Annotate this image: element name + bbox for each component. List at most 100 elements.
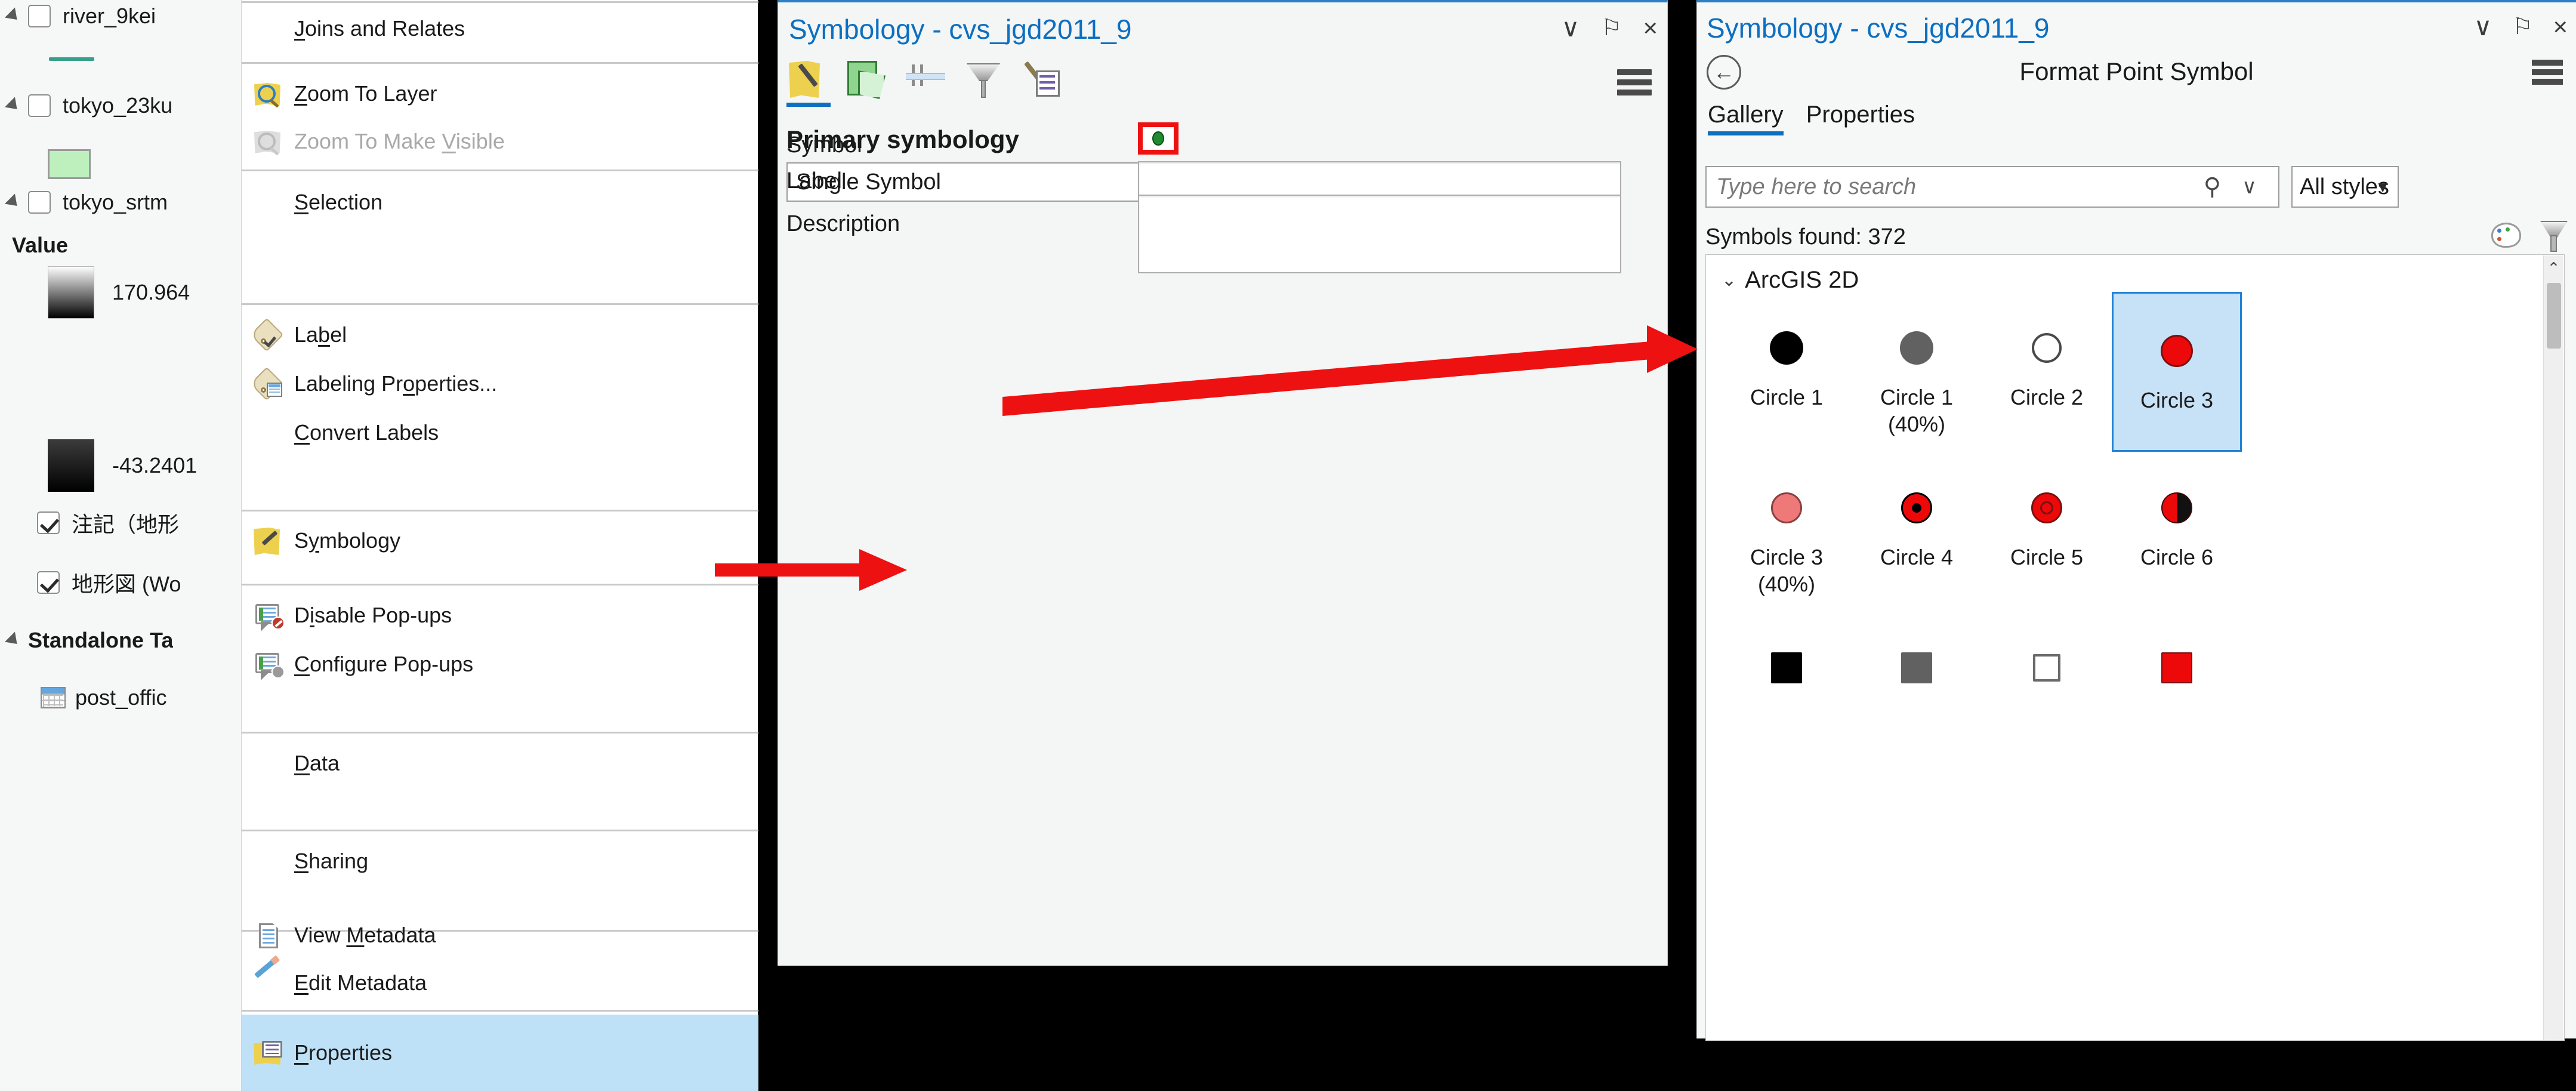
symbol-cell-square-1[interactable] bbox=[1722, 625, 1852, 762]
symbol-name-label: Circle 3 (40%) bbox=[1750, 545, 1824, 597]
expand-triangle-icon[interactable] bbox=[5, 631, 22, 649]
search-icon[interactable]: ⚲ bbox=[2204, 173, 2221, 201]
symbol-preview-icon bbox=[1771, 477, 1802, 539]
scrollbar-thumb[interactable] bbox=[2547, 283, 2561, 349]
gallery-toolbar bbox=[2490, 220, 2565, 252]
zoom-to-layer-icon bbox=[252, 79, 285, 108]
menu-item-data[interactable]: Data bbox=[242, 740, 758, 787]
chevron-down-icon[interactable]: ∨ bbox=[2242, 175, 2257, 199]
menu-item-label: Zoom To Make Visible bbox=[294, 129, 505, 153]
symbol-cell-square-2[interactable] bbox=[1852, 625, 1982, 762]
layer-visibility-checkbox[interactable] bbox=[37, 511, 60, 534]
expand-triangle-icon[interactable] bbox=[5, 193, 22, 211]
collapse-chevron-icon[interactable]: ∨ bbox=[2474, 14, 2492, 39]
menu-item-disable-popups[interactable]: Disable Pop-ups bbox=[242, 592, 758, 639]
hamburger-menu-icon[interactable] bbox=[1617, 69, 1652, 95]
edit-metadata-icon bbox=[252, 958, 285, 997]
polygon-swatch-icon bbox=[48, 149, 91, 179]
menu-item-label: Zoom To Layer bbox=[294, 81, 437, 106]
tab-gallery[interactable]: Gallery bbox=[1708, 101, 1784, 135]
masking-tab-icon[interactable] bbox=[962, 60, 1006, 101]
vary-by-attribute-tab-icon[interactable] bbox=[845, 60, 889, 101]
close-icon[interactable]: × bbox=[1643, 16, 1658, 41]
layer-visibility-checkbox[interactable] bbox=[28, 94, 51, 117]
symbol-name-label: Circle 2 bbox=[2010, 385, 2084, 409]
expand-triangle-icon[interactable] bbox=[5, 97, 22, 115]
toc-layer-chikeizu[interactable]: 地形図 (Wo bbox=[37, 567, 181, 598]
gallery-scrollbar[interactable]: ⌃ bbox=[2543, 255, 2563, 1040]
toc-layer-river9kei[interactable]: river_9kei bbox=[5, 4, 156, 29]
format-point-symbol-pane: Symbology - cvs_jgd2011_9 ∨ ⚐ × ← Format… bbox=[1696, 0, 2576, 1041]
menu-separator bbox=[242, 1010, 758, 1012]
toc-item-label: 地形図 (Wo bbox=[72, 572, 181, 596]
symbol-cell-circle-2[interactable]: Circle 2 bbox=[1982, 305, 2112, 442]
symbol-cell-circle-1[interactable]: Circle 1 bbox=[1722, 305, 1852, 442]
menu-item-sharing[interactable]: Sharing bbox=[242, 838, 758, 884]
symbol-preview-icon bbox=[2031, 477, 2062, 539]
symbol-preview-icon bbox=[1900, 317, 1933, 379]
toc-layer-chuki[interactable]: 注記（地形 bbox=[37, 507, 179, 538]
toc-group-label: Standalone Ta bbox=[28, 628, 174, 652]
menu-item-label: View Metadata bbox=[294, 923, 436, 947]
collapse-chevron-icon[interactable]: ∨ bbox=[1562, 16, 1580, 41]
gallery-group-arcgis-2d[interactable]: ⌄ ArcGIS 2D bbox=[1722, 267, 1859, 294]
toc-group-standalone-tables[interactable]: Standalone Ta bbox=[5, 628, 174, 653]
menu-item-zoom-to-make-visible[interactable]: Zoom To Make Visible bbox=[242, 118, 758, 165]
menu-separator bbox=[242, 1, 758, 3]
tab-properties[interactable]: Properties bbox=[1806, 101, 1915, 135]
symbol-swatch-button[interactable] bbox=[1138, 122, 1179, 155]
palette-icon[interactable] bbox=[2490, 220, 2523, 249]
pin-icon[interactable]: ⚐ bbox=[2512, 16, 2532, 38]
symbology-tab-icon[interactable] bbox=[786, 60, 831, 101]
style-filter-dropdown[interactable]: All styles ▼ bbox=[2291, 166, 2399, 208]
menu-item-joins-and-relates[interactable]: Joins and Relates bbox=[242, 6, 758, 51]
symbol-cell-circle-1-40[interactable]: Circle 1 (40%) bbox=[1852, 305, 1982, 442]
symbol-cell-circle-4[interactable]: Circle 4 bbox=[1852, 465, 1982, 602]
symbol-cell-square-4[interactable] bbox=[2112, 625, 2242, 762]
menu-separator bbox=[242, 732, 758, 734]
symbol-preview-icon bbox=[1901, 477, 1932, 539]
layer-visibility-checkbox[interactable] bbox=[28, 191, 51, 214]
hamburger-menu-icon[interactable] bbox=[2532, 60, 2563, 85]
symbology-pane: Symbology - cvs_jgd2011_9 ∨ ⚐ × Primary … bbox=[778, 0, 1668, 966]
symbol-cell-circle-3-40[interactable]: Circle 3 (40%) bbox=[1722, 465, 1852, 602]
expand-triangle-icon[interactable] bbox=[5, 7, 22, 25]
menu-item-configure-popups[interactable]: Configure Pop-ups bbox=[242, 641, 758, 688]
toc-item-label: post_offic bbox=[75, 685, 167, 710]
pane-title: Symbology - cvs_jgd2011_9 bbox=[789, 14, 1132, 45]
description-input[interactable] bbox=[1138, 195, 1621, 273]
chevron-down-icon[interactable]: ⌄ bbox=[1722, 270, 1736, 291]
symbol-cell-circle-6[interactable]: Circle 6 bbox=[2112, 465, 2242, 602]
menu-item-selection[interactable]: Selection bbox=[242, 179, 758, 226]
menu-item-symbology[interactable]: Symbology bbox=[242, 517, 758, 565]
layer-visibility-checkbox[interactable] bbox=[28, 5, 51, 27]
filter-icon[interactable] bbox=[2540, 220, 2565, 252]
layer-visibility-checkbox[interactable] bbox=[37, 571, 60, 594]
scroll-up-arrow-icon[interactable]: ⌃ bbox=[2544, 259, 2563, 278]
toc-symbol-river9kei bbox=[49, 57, 94, 61]
view-metadata-icon bbox=[252, 921, 285, 950]
toc-layer-tokyo23ku[interactable]: tokyo_23ku bbox=[5, 93, 172, 118]
menu-item-label: Configure Pop-ups bbox=[294, 652, 474, 676]
pane-window-controls: ∨ ⚐ × bbox=[1562, 16, 1658, 41]
menu-item-labeling-properties[interactable]: Labeling Properties... bbox=[242, 360, 758, 407]
pin-icon[interactable]: ⚐ bbox=[1601, 17, 1621, 39]
menu-item-edit-metadata[interactable]: Edit Metadata bbox=[242, 958, 758, 1006]
toc-legend-value-header: Value bbox=[12, 233, 68, 258]
symbol-cell-square-3[interactable] bbox=[1982, 625, 2112, 762]
symbol-cell-circle-3[interactable]: Circle 3 bbox=[2112, 292, 2242, 452]
symbol-cell-circle-5[interactable]: Circle 5 bbox=[1982, 465, 2112, 602]
alternate-symbols-tab-icon[interactable] bbox=[1020, 60, 1065, 101]
legend-value-label: -43.2401 bbox=[112, 453, 198, 477]
menu-item-label[interactable]: Label bbox=[242, 312, 758, 358]
menu-item-convert-labels[interactable]: Convert Labels bbox=[242, 409, 758, 456]
symbol-search-input[interactable]: Type here to search ⚲ ∨ bbox=[1705, 166, 2279, 208]
grid-tab-icon[interactable] bbox=[903, 60, 948, 101]
close-icon[interactable]: × bbox=[2553, 14, 2568, 39]
menu-item-properties[interactable]: Properties bbox=[242, 1015, 758, 1091]
toc-layer-tokyosrtm[interactable]: tokyo_srtm bbox=[5, 190, 168, 215]
menu-item-view-metadata[interactable]: View Metadata bbox=[242, 912, 758, 959]
menu-item-zoom-to-layer[interactable]: Zoom To Layer bbox=[242, 70, 758, 117]
toc-table-postoffice[interactable]: post_offic bbox=[41, 685, 166, 710]
symbol-gallery[interactable]: ⌄ ArcGIS 2D Circle 1 Circle 1 (40%) Circ… bbox=[1705, 254, 2565, 1041]
